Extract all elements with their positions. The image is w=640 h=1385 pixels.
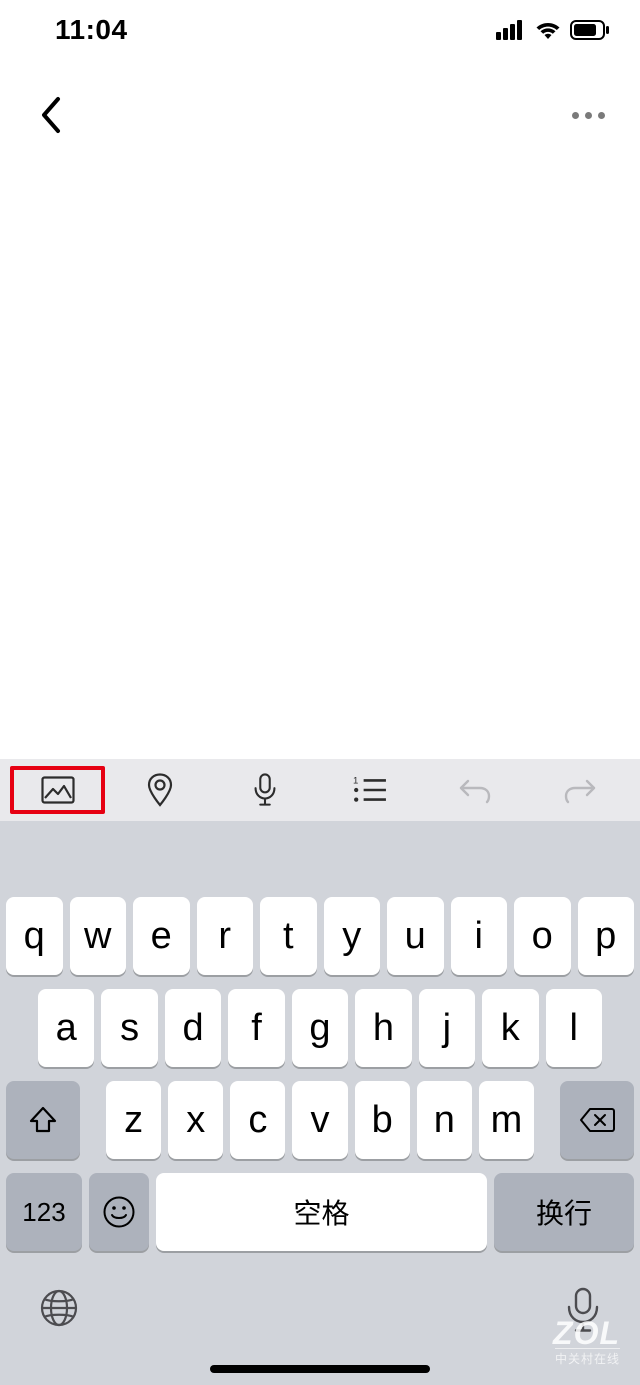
key-a[interactable]: a — [38, 989, 94, 1067]
list-icon: 1 — [353, 773, 387, 807]
key-v[interactable]: v — [292, 1081, 347, 1159]
wifi-icon — [534, 20, 562, 40]
globe-icon — [38, 1287, 80, 1329]
redo-button[interactable] — [527, 766, 632, 814]
key-o[interactable]: o — [514, 897, 571, 975]
chevron-left-icon — [39, 96, 61, 134]
cellular-icon — [496, 20, 526, 40]
image-icon — [41, 773, 75, 807]
keyboard: q w e r t y u i o p a s d f g h j k l — [0, 821, 640, 1385]
backspace-key[interactable] — [560, 1081, 634, 1159]
key-h[interactable]: h — [355, 989, 411, 1067]
undo-button[interactable] — [422, 766, 527, 814]
emoji-icon — [102, 1195, 136, 1229]
key-k[interactable]: k — [482, 989, 538, 1067]
watermark: ZOL 中关村在线 — [553, 1315, 620, 1367]
microphone-icon — [248, 773, 282, 807]
status-time: 11:04 — [55, 14, 128, 46]
key-u[interactable]: u — [387, 897, 444, 975]
key-i[interactable]: i — [451, 897, 508, 975]
watermark-sub: 中关村在线 — [555, 1348, 620, 1367]
svg-text:1: 1 — [353, 776, 358, 787]
undo-icon — [458, 773, 492, 807]
key-r[interactable]: r — [197, 897, 254, 975]
status-bar: 11:04 — [0, 0, 640, 60]
shift-icon — [28, 1105, 58, 1135]
globe-key[interactable] — [38, 1287, 80, 1329]
keyboard-row-2: a s d f g h j k l — [0, 989, 640, 1067]
watermark-main: ZOL — [553, 1315, 620, 1352]
editor-toolbar: 1 — [0, 759, 640, 821]
key-e[interactable]: e — [133, 897, 190, 975]
key-t[interactable]: t — [260, 897, 317, 975]
key-s[interactable]: s — [101, 989, 157, 1067]
backspace-icon — [579, 1107, 615, 1133]
home-indicator[interactable] — [210, 1365, 430, 1373]
status-icons — [496, 20, 610, 40]
battery-icon — [570, 20, 610, 40]
key-z[interactable]: z — [106, 1081, 161, 1159]
keyboard-row-4: 123 空格 换行 — [0, 1173, 640, 1251]
insert-image-button[interactable] — [10, 766, 105, 814]
key-g[interactable]: g — [292, 989, 348, 1067]
key-c[interactable]: c — [230, 1081, 285, 1159]
key-j[interactable]: j — [419, 989, 475, 1067]
numeric-key[interactable]: 123 — [6, 1173, 82, 1251]
keyboard-row-3: z x c v b n m — [0, 1081, 640, 1159]
key-n[interactable]: n — [417, 1081, 472, 1159]
key-b[interactable]: b — [355, 1081, 410, 1159]
editor-area[interactable] — [0, 150, 640, 760]
key-x[interactable]: x — [168, 1081, 223, 1159]
voice-input-button[interactable] — [212, 766, 317, 814]
more-button[interactable] — [572, 112, 610, 119]
return-key[interactable]: 换行 — [494, 1173, 634, 1251]
key-f[interactable]: f — [228, 989, 284, 1067]
redo-icon — [563, 773, 597, 807]
location-icon — [143, 773, 177, 807]
key-l[interactable]: l — [546, 989, 602, 1067]
emoji-key[interactable] — [89, 1173, 149, 1251]
shift-key[interactable] — [6, 1081, 80, 1159]
keyboard-row-1: q w e r t y u i o p — [0, 897, 640, 975]
key-p[interactable]: p — [578, 897, 635, 975]
list-format-button[interactable]: 1 — [317, 766, 422, 814]
nav-bar — [0, 85, 640, 145]
key-y[interactable]: y — [324, 897, 381, 975]
space-key[interactable]: 空格 — [156, 1173, 487, 1251]
back-button[interactable] — [30, 95, 70, 135]
key-d[interactable]: d — [165, 989, 221, 1067]
key-w[interactable]: w — [70, 897, 127, 975]
key-m[interactable]: m — [479, 1081, 534, 1159]
key-q[interactable]: q — [6, 897, 63, 975]
insert-location-button[interactable] — [107, 766, 212, 814]
